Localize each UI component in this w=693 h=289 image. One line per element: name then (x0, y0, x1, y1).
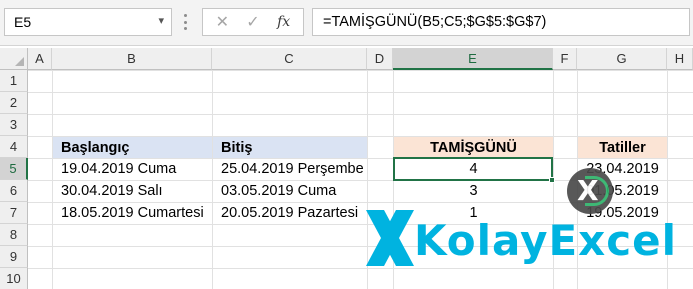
watermark-brand: KolayExcel (414, 216, 678, 265)
column-header-g[interactable]: G (577, 48, 667, 70)
kolayexcel-x-icon (366, 210, 414, 266)
row-header-2[interactable]: 2 (0, 92, 28, 114)
cell-b5[interactable]: 19.04.2019 Cuma (53, 158, 212, 180)
formula-bar: E5 ▾ ✕ ✓ fx =TAMİŞGÜNÜ(B5;C5;$G$5:$G$7) (0, 0, 693, 46)
column-header-c[interactable]: C (212, 48, 367, 70)
cell-g4[interactable]: Tatiller (578, 137, 667, 158)
row-header-4[interactable]: 4 (0, 136, 28, 158)
row-header-10[interactable]: 10 (0, 268, 28, 289)
cell-e6[interactable]: 3 (394, 180, 553, 202)
active-cell-border (393, 157, 553, 181)
column-header-d[interactable]: D (367, 48, 393, 70)
cell-c6[interactable]: 03.05.2019 Cuma (213, 180, 367, 202)
cell-c7[interactable]: 20.05.2019 Pazartesi (213, 202, 367, 224)
cell-b7[interactable]: 18.05.2019 Cumartesi (53, 202, 212, 224)
name-box[interactable]: E5 ▾ (4, 8, 172, 36)
column-header-e[interactable]: E (393, 48, 553, 70)
formula-input[interactable]: =TAMİŞGÜNÜ(B5;C5;$G$5:$G$7) (312, 8, 690, 36)
fill-handle[interactable] (549, 177, 555, 183)
row-header-5[interactable]: 5 (0, 158, 28, 180)
select-all-button[interactable] (0, 48, 28, 70)
chevron-down-icon[interactable]: ▾ (158, 14, 164, 27)
name-box-value: E5 (14, 14, 32, 30)
row-header-9[interactable]: 9 (0, 246, 28, 268)
grip-icon[interactable] (183, 14, 187, 30)
kolayexcel-logo-icon: X (567, 168, 613, 214)
column-header-h[interactable]: H (667, 48, 693, 70)
row-header-1[interactable]: 1 (0, 70, 28, 92)
cell-b6[interactable]: 30.04.2019 Salı (53, 180, 212, 202)
column-header-a[interactable]: A (28, 48, 52, 70)
cancel-icon[interactable]: ✕ (210, 12, 234, 32)
column-header-b[interactable]: B (52, 48, 212, 70)
cell-c4[interactable]: Bitiş (213, 137, 367, 158)
enter-icon[interactable]: ✓ (241, 12, 265, 32)
cell-c5[interactable]: 25.04.2019 Perşembe (213, 158, 367, 180)
formula-buttons: ✕ ✓ fx (202, 8, 304, 36)
cell-e4[interactable]: TAMİŞGÜNÜ (394, 137, 553, 158)
row-header-8[interactable]: 8 (0, 224, 28, 246)
cell-b4[interactable]: Başlangıç (53, 137, 212, 158)
row-header-3[interactable]: 3 (0, 114, 28, 136)
column-header-f[interactable]: F (553, 48, 577, 70)
row-header-7[interactable]: 7 (0, 202, 28, 224)
row-header-6[interactable]: 6 (0, 180, 28, 202)
insert-function-icon[interactable]: fx (272, 14, 296, 30)
